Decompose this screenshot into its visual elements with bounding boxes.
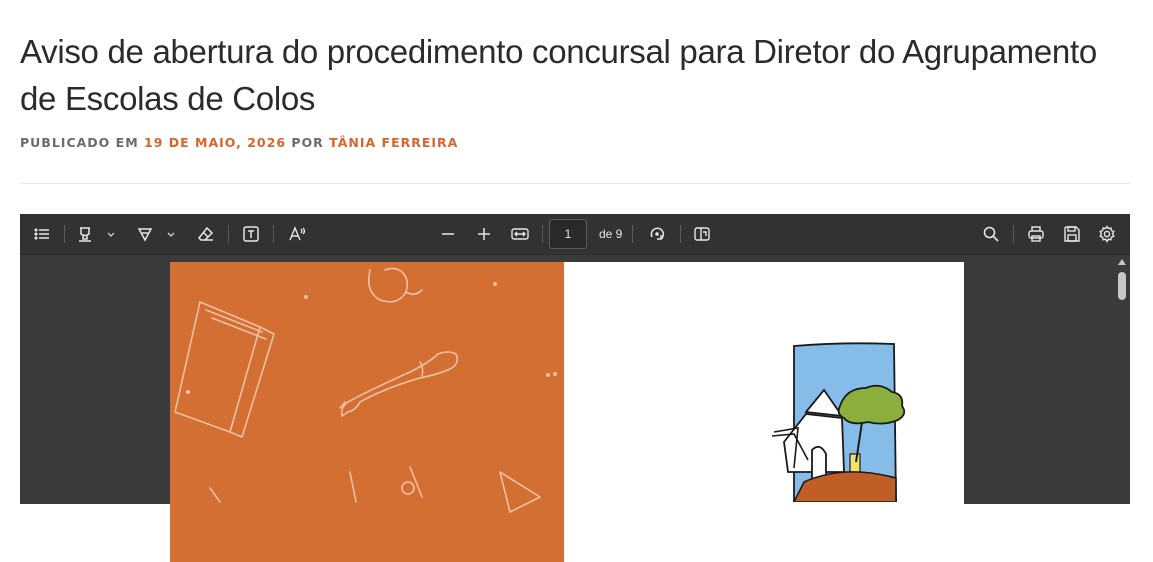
chevron-down-icon[interactable]: [166, 226, 176, 242]
article-title: Aviso de abertura do procedimento concur…: [20, 33, 1097, 117]
zoom-in-button[interactable]: [472, 222, 496, 246]
pdf-viewer: de 9: [20, 214, 1130, 562]
meta-by-label: POR: [291, 135, 324, 150]
outline-button[interactable]: [30, 222, 54, 246]
search-button[interactable]: [979, 222, 1003, 246]
separator: [273, 225, 274, 243]
separator: [680, 225, 681, 243]
page-view-button[interactable]: [690, 222, 714, 246]
search-icon: [983, 226, 999, 242]
list-icon: [34, 228, 49, 240]
separator: [1013, 225, 1014, 243]
school-logo-illustration: [771, 342, 906, 502]
text-box-button[interactable]: [239, 222, 263, 246]
document-area[interactable]: [20, 255, 1130, 562]
highlight-button[interactable]: [73, 222, 97, 246]
fit-width-button[interactable]: [508, 222, 532, 246]
fit-width-icon: [511, 228, 529, 240]
scrollbar[interactable]: [1114, 255, 1130, 504]
draw-button[interactable]: [133, 222, 157, 246]
article-meta: PUBLICADO EM 19 DE MAIO, 2026 POR TÂNIA …: [20, 135, 458, 150]
eraser-button[interactable]: [194, 222, 218, 246]
scrollbar-thumb[interactable]: [1118, 272, 1126, 300]
page-view-icon: [694, 227, 710, 241]
text-style-icon: [289, 226, 306, 241]
print-button[interactable]: [1024, 222, 1048, 246]
page-number-input[interactable]: [549, 219, 587, 249]
meta-author-link[interactable]: TÂNIA FERREIRA: [329, 135, 458, 150]
zoom-out-icon: [442, 233, 454, 235]
separator: [632, 225, 633, 243]
separator: [228, 225, 229, 243]
rotate-icon: [650, 227, 665, 240]
save-icon: [1064, 226, 1080, 242]
highlight-icon: [79, 227, 91, 242]
eraser-icon: [197, 226, 214, 241]
draw-icon: [137, 228, 153, 242]
settings-icon: [1099, 225, 1115, 243]
separator: [542, 225, 543, 243]
pdf-page: [170, 262, 964, 562]
settings-button[interactable]: [1095, 222, 1119, 246]
school-doodles-illustration: [174, 267, 557, 513]
separator: [64, 225, 65, 243]
text-box-icon: [243, 226, 259, 242]
cover-panel: [170, 262, 564, 562]
text-style-button[interactable]: [285, 222, 309, 246]
save-button[interactable]: [1060, 222, 1084, 246]
zoom-in-icon: [478, 228, 490, 240]
meta-date-link[interactable]: 19 DE MAIO, 2026: [144, 135, 286, 150]
viewer-toolbar: de 9: [20, 214, 1130, 255]
chevron-down-icon[interactable]: [106, 226, 116, 242]
print-icon: [1028, 226, 1044, 242]
scroll-up-arrow[interactable]: [1118, 259, 1126, 265]
divider: [20, 183, 1130, 184]
page-total-label: de 9: [599, 227, 623, 241]
rotate-button[interactable]: [645, 222, 669, 246]
meta-published-label: PUBLICADO EM: [20, 135, 139, 150]
zoom-out-button[interactable]: [436, 222, 460, 246]
